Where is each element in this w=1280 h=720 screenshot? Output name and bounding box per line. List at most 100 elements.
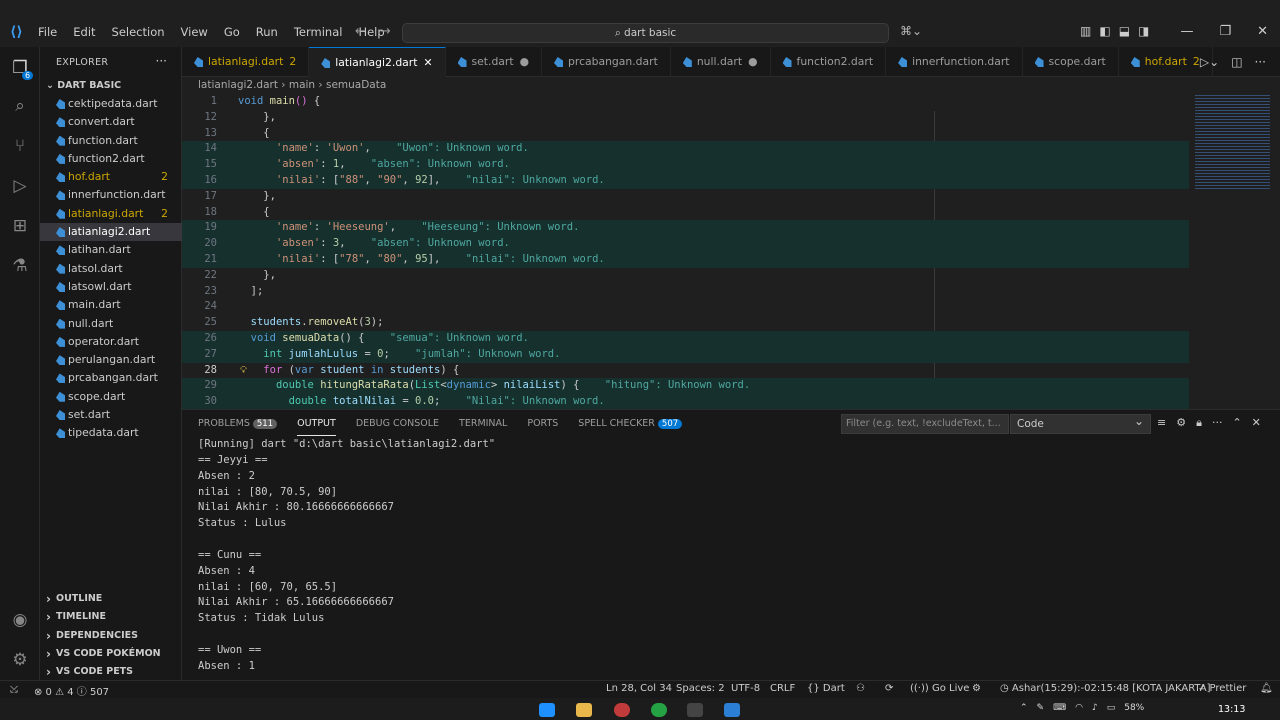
breadcrumb-item[interactable]: main	[289, 79, 315, 91]
run-icon[interactable]: ▷⌄	[1200, 55, 1219, 69]
sync-icon[interactable]: ⟳	[885, 683, 893, 694]
volume-icon[interactable]: ♪	[1092, 703, 1098, 713]
section-timeline[interactable]: TIMELINE	[40, 608, 182, 627]
maximize-panel-icon[interactable]: ⌃	[1232, 416, 1241, 430]
code-line[interactable]: 13 {	[182, 126, 1189, 142]
start-icon[interactable]	[539, 703, 555, 717]
account-icon[interactable]: ◉	[9, 609, 31, 631]
file-explorer-icon[interactable]	[576, 703, 592, 717]
go-live-button[interactable]: ((·)) Go Live	[910, 683, 969, 694]
panel-tab-output[interactable]: OUTPUT	[297, 418, 336, 436]
copilot-icon[interactable]: ⌘⌄	[900, 24, 922, 38]
indent-status[interactable]: Spaces: 2	[676, 683, 725, 694]
copilot-status-icon[interactable]: ⚇	[856, 683, 865, 694]
encoding-status[interactable]: UTF-8	[731, 683, 760, 694]
file-item[interactable]: function.dart	[40, 132, 182, 150]
file-item[interactable]: latsowl.dart	[40, 278, 182, 296]
code-line[interactable]: 17 },	[182, 189, 1189, 205]
section-vs-code-pok-mon[interactable]: VS CODE POKÉMON	[40, 645, 182, 664]
file-item[interactable]: set.dart	[40, 406, 182, 424]
menu-item-view[interactable]: View	[173, 25, 216, 39]
menu-item-selection[interactable]: Selection	[104, 25, 173, 39]
editor-tab[interactable]: hof.dart 2	[1119, 47, 1213, 77]
code-line[interactable]: 18 {	[182, 205, 1189, 221]
menu-item-run[interactable]: Run	[248, 25, 286, 39]
restore-icon[interactable]: ❐	[1219, 24, 1231, 39]
toggle-panel-icon[interactable]: ⬓	[1119, 24, 1130, 38]
code-line[interactable]: 27 int jumlahLulus = 0; "jumlah": Unknow…	[182, 346, 1189, 363]
more-icon[interactable]: ···	[1255, 55, 1266, 69]
folder-header[interactable]: ⌄ DART BASIC	[46, 80, 121, 91]
vscode-taskbar-icon[interactable]	[724, 703, 740, 717]
toggle-sidebar-icon[interactable]: ◧	[1099, 24, 1110, 38]
back-arrow-icon[interactable]: ←	[355, 24, 366, 39]
file-item[interactable]: null.dart	[40, 315, 182, 333]
file-item[interactable]: scope.dart	[40, 388, 182, 406]
customize-layout-icon[interactable]: ▥	[1080, 24, 1091, 38]
problems-status[interactable]: ⊗ 0 ⚠ 4 ⓘ 507	[34, 683, 109, 698]
source-control-icon[interactable]: ⑂	[9, 135, 31, 157]
output-channel-select[interactable]: Code	[1010, 412, 1151, 434]
whatsapp-icon[interactable]	[651, 703, 667, 717]
file-item[interactable]: latihan.dart	[40, 241, 182, 259]
section-dependencies[interactable]: DEPENDENCIES	[40, 627, 182, 646]
lightbulb-icon[interactable]: 💡︎	[240, 363, 247, 379]
file-item[interactable]: operator.dart	[40, 333, 182, 351]
extension-status-icon[interactable]: ⚙	[972, 683, 981, 694]
code-line[interactable]: 19 'name': 'Heeseung', "Heeseung": Unkno…	[182, 220, 1189, 237]
code-line[interactable]: 24	[182, 299, 1189, 315]
cursor-position[interactable]: Ln 28, Col 34	[606, 683, 672, 694]
editor-tab[interactable]: latianlagi.dart 2	[182, 47, 310, 77]
code-line[interactable]: 28 for (var student in students) {💡︎	[182, 363, 1189, 379]
panel-tab-spell-checker[interactable]: SPELL CHECKER 507	[578, 418, 683, 436]
file-item[interactable]: latianlagi.dart 2	[40, 205, 182, 223]
battery-icon[interactable]: ▭	[1107, 703, 1116, 713]
file-item[interactable]: function2.dart	[40, 150, 182, 168]
language-status[interactable]: {} Dart	[807, 683, 845, 694]
split-editor-icon[interactable]: ◫	[1231, 55, 1242, 69]
breadcrumb-item[interactable]: semuaData	[326, 79, 386, 91]
menu-item-go[interactable]: Go	[216, 25, 248, 39]
tray-chevron-icon[interactable]: ⌃	[1020, 703, 1028, 713]
editor-tab[interactable]: null.dart ●	[671, 47, 771, 77]
breadcrumb-item[interactable]: latianlagi2.dart	[198, 79, 278, 91]
testing-icon[interactable]: ⚗	[9, 255, 31, 277]
section-vs-code-pets[interactable]: VS CODE PETS	[40, 663, 182, 682]
search-view-icon[interactable]: ⌕	[9, 95, 31, 117]
code-line[interactable]: 1 void main() {	[182, 94, 1189, 110]
close-tab-icon[interactable]: ✕	[423, 56, 432, 69]
close-panel-icon[interactable]: ✕	[1252, 416, 1261, 430]
output-console[interactable]: [Running] dart "d:\dart basic\latianlagi…	[198, 437, 1268, 681]
file-item[interactable]: prcabangan.dart	[40, 369, 182, 387]
panel-tab-terminal[interactable]: TERMINAL	[459, 418, 507, 436]
code-line[interactable]: 26 void semuaData() { "semua": Unknown w…	[182, 331, 1189, 347]
code-line[interactable]: 21 'nilai': ["78", "80", 95], "nilai": U…	[182, 252, 1189, 268]
panel-tab-problems[interactable]: PROBLEMS 511	[198, 418, 278, 436]
file-item[interactable]: hof.dart 2	[40, 168, 182, 186]
forward-arrow-icon[interactable]: →	[380, 24, 391, 39]
editor-tab[interactable]: latianlagi2.dart ✕	[309, 47, 446, 77]
notifications-icon[interactable]: 🔔︎	[1260, 683, 1273, 694]
code-line[interactable]: 25 students.removeAt(3);	[182, 315, 1189, 331]
command-center-search[interactable]: ⌕ dart basic	[402, 23, 889, 43]
remote-icon[interactable]: ⤩	[0, 681, 28, 699]
code-line[interactable]: 16 'nilai': ["88", "90", 92], "nilai": U…	[182, 173, 1189, 189]
code-line[interactable]: 23 ];	[182, 284, 1189, 300]
file-item[interactable]: innerfunction.dart	[40, 186, 182, 204]
run-debug-icon[interactable]: ▷	[9, 175, 31, 197]
code-line[interactable]: 22 },	[182, 268, 1189, 284]
file-item[interactable]: main.dart	[40, 296, 182, 314]
prayer-time-status[interactable]: ◷ Ashar(15:29):-02:15:48 [KOTA JAKARTA]	[1000, 683, 1211, 694]
language-icon[interactable]: ⌨	[1053, 703, 1066, 713]
wifi-icon[interactable]: ◠	[1075, 703, 1083, 713]
output-settings-icon[interactable]: ⚙	[1176, 416, 1186, 430]
file-item[interactable]: perulangan.dart	[40, 351, 182, 369]
code-line[interactable]: 29 double hitungRataRata(List<dynamic> n…	[182, 378, 1189, 395]
editor-tab[interactable]: prcabangan.dart	[542, 47, 671, 77]
browser-icon[interactable]	[614, 703, 630, 717]
code-line[interactable]: 20 'absen': 3, "absen": Unknown word.	[182, 236, 1189, 252]
minimize-icon[interactable]: —	[1180, 24, 1193, 39]
output-filter-input[interactable]: Filter (e.g. text, !excludeText, t...	[841, 414, 1009, 434]
editor-tab[interactable]: scope.dart	[1023, 47, 1119, 77]
panel-tab-debug-console[interactable]: DEBUG CONSOLE	[356, 418, 439, 436]
